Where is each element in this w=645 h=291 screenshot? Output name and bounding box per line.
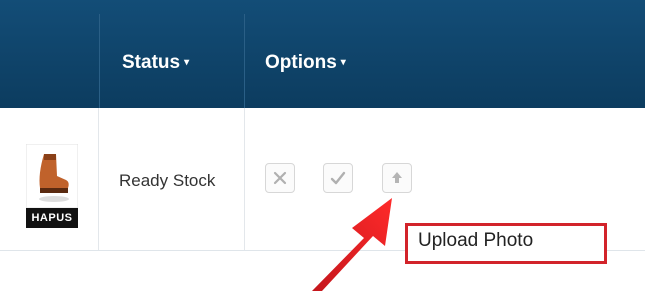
callout-label: Upload Photo — [418, 230, 534, 251]
